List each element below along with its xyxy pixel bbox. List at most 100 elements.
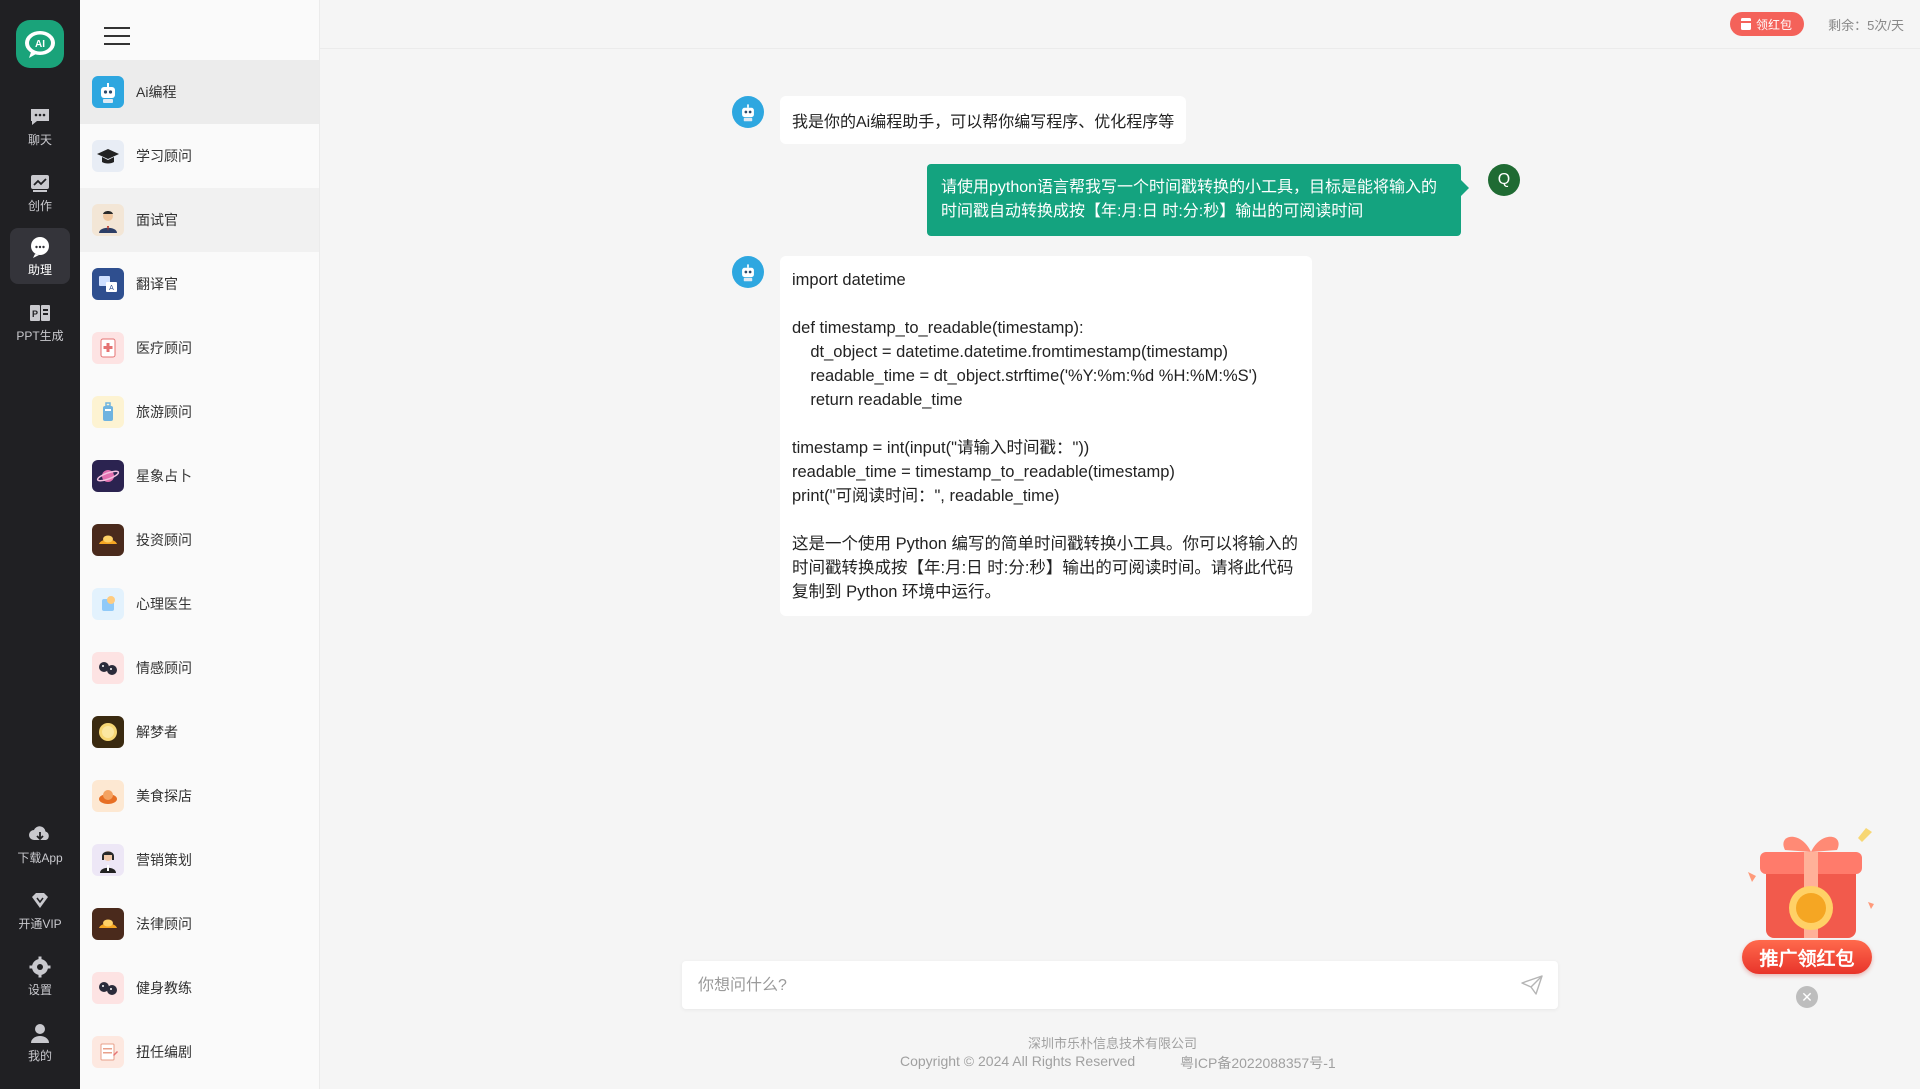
rail-label-create: 创作 (27, 198, 52, 213)
footer-icp-link[interactable]: 粤ICP备2022088357号-1 (1180, 1053, 1336, 1073)
assistant-label: Ai编程 (136, 84, 177, 100)
user-icon (31, 1023, 49, 1043)
assistant-label: 投资顾问 (136, 532, 192, 548)
assistant-label: 翻译官 (136, 276, 178, 292)
rail-label-settings: 设置 (27, 982, 52, 997)
assistant-item-medical[interactable]: 医疗顾问 (80, 316, 319, 380)
promo-close-button[interactable]: ✕ (1796, 986, 1818, 1008)
assistant-label: 心理医生 (136, 596, 192, 612)
assistant-item-emotion[interactable]: 情感顾问 (80, 636, 319, 700)
assistant-label: 星象占卜 (136, 468, 192, 484)
rail-label-assistant: 助理 (27, 262, 52, 277)
robot-icon (742, 104, 754, 122)
script-icon (92, 1036, 124, 1068)
download-icon (29, 825, 49, 840)
rail-item-vip[interactable]: 开通VIP (10, 882, 70, 938)
assistant-item-legal[interactable]: 法律顾问 (80, 892, 319, 956)
footer-company: 深圳市乐朴信息技术有限公司 (1028, 1036, 1198, 1051)
assistant-item-ai-coding[interactable]: Ai编程 (80, 60, 319, 124)
assistant-list: Ai编程 学习顾问 面试官 A 翻译官 医疗顾问 旅游顾问 星象占卜 投资顾问 … (80, 0, 320, 1089)
assistant-item-travel[interactable]: 旅游顾问 (80, 380, 319, 444)
rail-label-download: 下载App (17, 850, 63, 865)
promo-label: 推广领红包 (1742, 940, 1872, 974)
user-avatar: Q (1488, 164, 1520, 196)
assistant-label: 扭任编剧 (136, 1044, 192, 1060)
planet-icon (92, 460, 124, 492)
rail-item-ppt[interactable]: P PPT生成 (10, 294, 70, 350)
assistant-item-study[interactable]: 学习顾问 (80, 124, 319, 188)
rail-label-chat: 聊天 (27, 132, 52, 147)
rail-item-create[interactable]: 创作 (10, 164, 70, 220)
svg-text:A: A (109, 285, 114, 292)
red-packet-icon (1740, 18, 1751, 30)
gift-box-icon (1748, 828, 1874, 938)
psychology-icon (92, 588, 124, 620)
svg-text:P: P (32, 309, 38, 319)
assistant-item-fitness[interactable]: 健身教练 (80, 956, 319, 1020)
assistant-item-astrology[interactable]: 星象占卜 (80, 444, 319, 508)
assistant-label: 情感顾问 (136, 660, 192, 676)
user-message: 请使用python语言帮我写一个时间戳转换的小工具，目标是能将输入的时间戳自动转… (927, 164, 1469, 236)
suitcase-icon (92, 396, 124, 428)
top-bar: 领红包 剩余：5次/天 (320, 0, 1920, 49)
food-icon (92, 780, 124, 812)
bot-greeting-message: 我是你的Ai编程助手，可以帮你编写程序、优化程序等 (780, 96, 1187, 144)
moon-icon (92, 716, 124, 748)
vip-icon (32, 892, 48, 908)
send-icon[interactable] (1520, 974, 1544, 996)
assistant-label: 面试官 (136, 212, 178, 228)
assistant-item-screenwriter[interactable]: 扭任编剧 (80, 1020, 319, 1084)
translate-icon: A (92, 268, 124, 300)
chat-input[interactable] (696, 961, 1500, 1011)
robot-icon (742, 264, 754, 282)
assistant-label: 学习顾问 (136, 148, 192, 164)
assistant-item-psychologist[interactable]: 心理医生 (80, 572, 319, 636)
rail-label-profile: 我的 (27, 1048, 52, 1063)
assistant-item-dream[interactable]: 解梦者 (80, 700, 319, 764)
app-logo[interactable]: AI (16, 20, 64, 68)
create-icon (31, 174, 49, 192)
bot-avatar (732, 96, 764, 128)
assistant-item-marketing[interactable]: 营销策划 (80, 828, 319, 892)
interviewer-avatar-icon (92, 204, 124, 236)
assistant-icon (31, 236, 49, 258)
rail-item-download[interactable]: 下载App (10, 816, 70, 872)
red-packet-label: 领红包 (1755, 17, 1792, 32)
assistant-label: 旅游顾问 (136, 404, 192, 420)
rail-item-settings[interactable]: 设置 (10, 948, 70, 1004)
assistant-item-translator[interactable]: A 翻译官 (80, 252, 319, 316)
chat-input-box (682, 961, 1558, 1011)
remaining-quota: 剩余：5次/天 (1828, 18, 1904, 33)
red-packet-button[interactable]: 领红包 (1729, 12, 1804, 36)
logo-text: AI (35, 39, 45, 50)
medical-icon (92, 332, 124, 364)
assistant-label: 美食探店 (136, 788, 192, 804)
chat-icon (31, 108, 49, 125)
rail-item-chat[interactable]: 聊天 (10, 98, 70, 154)
logo-icon: AI (25, 31, 55, 58)
close-icon: ✕ (1801, 988, 1813, 1005)
menu-icon[interactable] (102, 22, 132, 50)
rail-item-assistant[interactable]: 助理 (10, 228, 70, 284)
marketing-avatar-icon (92, 844, 124, 876)
reply-code-block: import datetime def timestamp_to_readabl… (792, 271, 1258, 505)
assistant-label: 营销策划 (136, 852, 192, 868)
footer-copyright: Copyright © 2024 All Rights Reserved (900, 1053, 1136, 1069)
assistant-item-interviewer[interactable]: 面试官 (80, 188, 319, 252)
reply-explanation: 这是一个使用 Python 编写的简单时间戳转换小工具。你可以将输入的时间戳转换… (792, 535, 1299, 601)
rail-item-profile[interactable]: 我的 (10, 1014, 70, 1070)
settings-icon (29, 956, 51, 977)
robot-icon (92, 76, 124, 108)
graduation-cap-icon (92, 140, 124, 172)
ppt-icon: P (30, 304, 50, 321)
assistant-item-food[interactable]: 美食探店 (80, 764, 319, 828)
fitness-icon (92, 972, 124, 1004)
bot-reply-message: import datetime def timestamp_to_readabl… (780, 256, 1312, 616)
gold-ingot-icon (92, 524, 124, 556)
promo-red-packet[interactable]: 推广领红包 (1738, 822, 1880, 982)
legal-icon (92, 908, 124, 940)
assistant-item-investment[interactable]: 投资顾问 (80, 508, 319, 572)
assistant-label: 医疗顾问 (136, 340, 192, 356)
assistant-label: 解梦者 (136, 724, 178, 740)
bot-avatar (732, 256, 764, 288)
